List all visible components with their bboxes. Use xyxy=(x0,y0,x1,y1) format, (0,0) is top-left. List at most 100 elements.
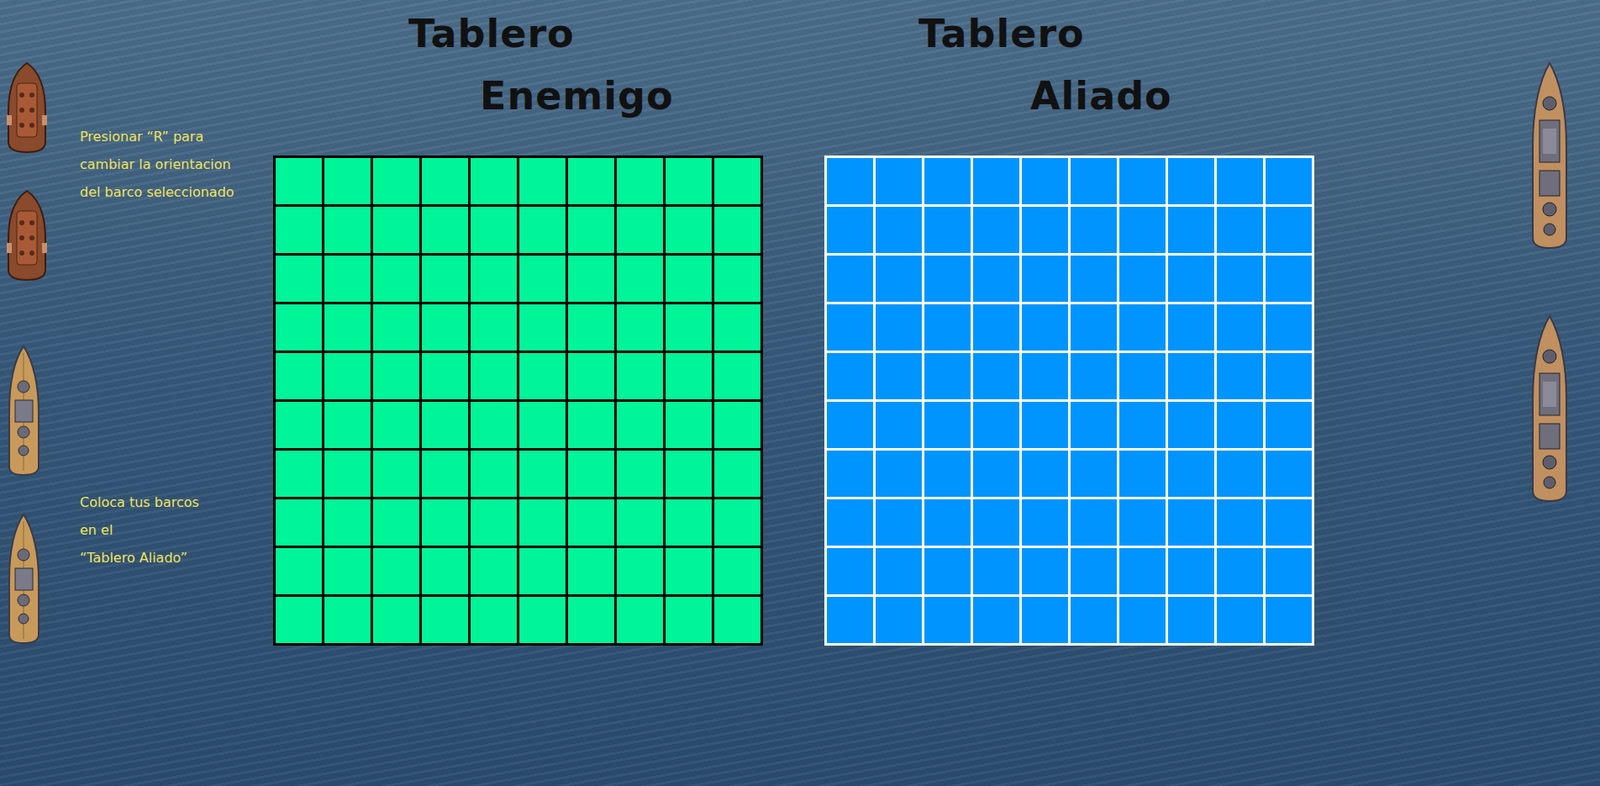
board-cell[interactable] xyxy=(924,157,971,205)
board-cell[interactable] xyxy=(519,499,566,546)
board-cell[interactable] xyxy=(973,157,1020,205)
board-cell[interactable] xyxy=(1216,352,1264,400)
board-cell[interactable] xyxy=(1168,547,1215,595)
board-cell[interactable] xyxy=(924,304,971,351)
board-cell[interactable] xyxy=(568,206,615,253)
board-cell[interactable] xyxy=(875,450,922,497)
board-cell[interactable] xyxy=(973,255,1020,302)
board-cell[interactable] xyxy=(924,352,971,400)
board-cell[interactable] xyxy=(568,596,615,643)
ship[interactable] xyxy=(5,189,80,282)
board-cell[interactable] xyxy=(973,450,1020,497)
board-cell[interactable] xyxy=(616,401,664,448)
board-cell[interactable] xyxy=(373,157,420,205)
board-cell[interactable] xyxy=(616,304,664,351)
board-cell[interactable] xyxy=(973,206,1020,253)
board-cell[interactable] xyxy=(421,352,469,400)
board-cell[interactable] xyxy=(421,450,469,497)
board-cell[interactable] xyxy=(568,255,615,302)
board-cell[interactable] xyxy=(1265,304,1312,351)
board-cell[interactable] xyxy=(275,499,322,546)
board-cell[interactable] xyxy=(973,352,1020,400)
board-cell[interactable] xyxy=(1119,304,1166,351)
board-cell[interactable] xyxy=(324,450,371,497)
board-cell[interactable] xyxy=(1265,596,1312,643)
board-cell[interactable] xyxy=(1168,499,1215,546)
board-cell[interactable] xyxy=(1216,255,1264,302)
board-cell[interactable] xyxy=(826,401,874,448)
board-cell[interactable] xyxy=(973,401,1020,448)
board-cell[interactable] xyxy=(275,206,322,253)
board-cell[interactable] xyxy=(826,206,874,253)
board-cell[interactable] xyxy=(1168,596,1215,643)
board-cell[interactable] xyxy=(616,255,664,302)
ship[interactable] xyxy=(1528,61,1600,250)
board-cell[interactable] xyxy=(275,547,322,595)
board-cell[interactable] xyxy=(1070,499,1117,546)
board-cell[interactable] xyxy=(324,255,371,302)
board-cell[interactable] xyxy=(1216,157,1264,205)
board-cell[interactable] xyxy=(519,596,566,643)
board-cell[interactable] xyxy=(470,401,517,448)
board-cell[interactable] xyxy=(714,352,761,400)
board-cell[interactable] xyxy=(324,547,371,595)
board-cell[interactable] xyxy=(324,304,371,351)
board-cell[interactable] xyxy=(826,304,874,351)
board-cell[interactable] xyxy=(1119,352,1166,400)
board-cell[interactable] xyxy=(1265,450,1312,497)
board-cell[interactable] xyxy=(519,401,566,448)
board-cell[interactable] xyxy=(924,401,971,448)
board-cell[interactable] xyxy=(665,450,712,497)
board-cell[interactable] xyxy=(1119,401,1166,448)
board-cell[interactable] xyxy=(924,255,971,302)
board-cell[interactable] xyxy=(826,596,874,643)
board-cell[interactable] xyxy=(714,157,761,205)
board-cell[interactable] xyxy=(1265,401,1312,448)
board-cell[interactable] xyxy=(324,157,371,205)
board-cell[interactable] xyxy=(875,255,922,302)
board-cell[interactable] xyxy=(519,255,566,302)
board-cell[interactable] xyxy=(470,255,517,302)
board-cell[interactable] xyxy=(714,255,761,302)
board-cell[interactable] xyxy=(616,157,664,205)
board-cell[interactable] xyxy=(924,450,971,497)
board-cell[interactable] xyxy=(568,499,615,546)
board-cell[interactable] xyxy=(875,304,922,351)
board-cell[interactable] xyxy=(875,401,922,448)
board-cell[interactable] xyxy=(875,547,922,595)
board-cell[interactable] xyxy=(1119,450,1166,497)
board-cell[interactable] xyxy=(470,304,517,351)
board-cell[interactable] xyxy=(519,206,566,253)
board-cell[interactable] xyxy=(470,206,517,253)
board-cell[interactable] xyxy=(1265,157,1312,205)
board-cell[interactable] xyxy=(973,547,1020,595)
board-cell[interactable] xyxy=(1216,547,1264,595)
board-cell[interactable] xyxy=(1070,596,1117,643)
ship[interactable] xyxy=(5,512,80,645)
board-cell[interactable] xyxy=(665,157,712,205)
board-cell[interactable] xyxy=(875,206,922,253)
board-cell[interactable] xyxy=(1070,255,1117,302)
board-cell[interactable] xyxy=(875,352,922,400)
board-cell[interactable] xyxy=(1070,304,1117,351)
board-cell[interactable] xyxy=(1070,547,1117,595)
board-cell[interactable] xyxy=(1265,499,1312,546)
board-cell[interactable] xyxy=(665,304,712,351)
board-cell[interactable] xyxy=(568,352,615,400)
board-cell[interactable] xyxy=(1216,304,1264,351)
board-cell[interactable] xyxy=(519,547,566,595)
board-cell[interactable] xyxy=(373,206,420,253)
board-cell[interactable] xyxy=(1070,401,1117,448)
board-cell[interactable] xyxy=(875,499,922,546)
board-cell[interactable] xyxy=(568,547,615,595)
board-cell[interactable] xyxy=(1021,255,1069,302)
board-cell[interactable] xyxy=(470,352,517,400)
board-cell[interactable] xyxy=(324,401,371,448)
board-cell[interactable] xyxy=(470,157,517,205)
board-cell[interactable] xyxy=(924,499,971,546)
board-cell[interactable] xyxy=(826,352,874,400)
board-cell[interactable] xyxy=(519,352,566,400)
board-cell[interactable] xyxy=(519,304,566,351)
board-cell[interactable] xyxy=(665,596,712,643)
board-cell[interactable] xyxy=(1021,206,1069,253)
